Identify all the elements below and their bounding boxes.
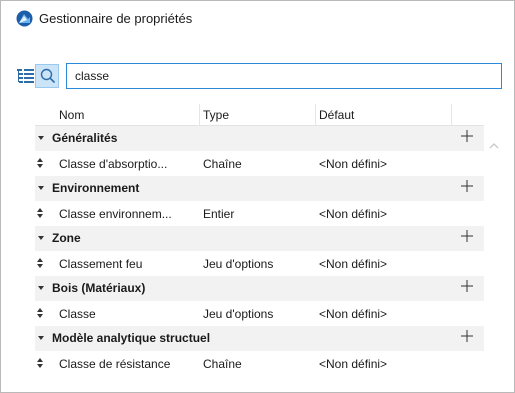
table-body: Généralités Classe d'absorptio... Chaîne <N… [35,126,484,376]
property-type-cell: Entier [203,207,235,221]
column-header-name[interactable]: Nom [59,108,84,122]
property-type-cell: Chaîne [203,157,242,171]
property-name-cell: Classe environnem... [59,207,172,221]
caret-down-icon[interactable] [35,232,47,244]
plus-icon[interactable] [460,179,474,193]
group-row[interactable]: Environnement [35,176,484,201]
search-input[interactable] [66,63,502,89]
property-default-cell: <Non défini> [319,307,388,321]
group-name: Modèle analytique structuel [52,331,211,345]
property-name-cell: Classement feu [59,257,143,271]
property-name-cell: Classe de résistance [59,357,171,371]
property-default-cell: <Non défini> [319,257,388,271]
caret-down-icon[interactable] [35,132,47,144]
table-row[interactable]: Classe de résistance Chaîne <Non défini> [35,351,484,376]
tree-view-icon[interactable] [17,69,34,84]
column-divider[interactable] [315,104,316,126]
property-default-cell: <Non défini> [319,157,388,171]
property-manager-window: Gestionnaire de propriétés Nom Type [0,0,515,393]
caret-down-icon[interactable] [35,282,47,294]
group-name: Bois (Matériaux) [52,281,146,295]
group-row[interactable]: Généralités [35,126,484,151]
up-down-arrows-icon[interactable] [35,357,45,369]
column-divider[interactable] [451,104,452,126]
group-row[interactable]: Zone [35,226,484,251]
caret-down-icon[interactable] [35,332,47,344]
group-name: Zone [52,231,81,245]
plus-icon[interactable] [460,129,474,143]
table-row[interactable]: Classe environnem... Entier <Non défini> [35,201,484,226]
property-name-cell: Classe d'absorptio... [59,157,168,171]
search-button[interactable] [35,64,59,88]
plus-icon[interactable] [460,279,474,293]
property-table: Nom Type Défaut Généralités Classe d'abso… [35,104,484,376]
scroll-up-icon[interactable] [489,142,499,150]
plus-icon[interactable] [460,329,474,343]
group-name: Environnement [52,181,140,195]
property-default-cell: <Non défini> [319,357,388,371]
property-type-cell: Jeu d'options [203,257,274,271]
group-row[interactable]: Bois (Matériaux) [35,276,484,301]
column-header-type[interactable]: Type [203,108,229,122]
title-bar: Gestionnaire de propriétés [1,1,514,37]
toolbar [1,61,514,93]
group-row[interactable]: Modèle analytique structuel [35,326,484,351]
table-row[interactable]: Classe Jeu d'options <Non défini> [35,301,484,326]
plus-icon[interactable] [460,229,474,243]
window-title: Gestionnaire de propriétés [39,11,193,26]
up-down-arrows-icon[interactable] [35,207,45,219]
table-header: Nom Type Défaut [35,104,484,126]
up-down-arrows-icon[interactable] [35,257,45,269]
property-default-cell: <Non défini> [319,207,388,221]
up-down-arrows-icon[interactable] [35,307,45,319]
group-name: Généralités [52,131,118,145]
archicad-logo-icon [16,10,33,27]
up-down-arrows-icon[interactable] [35,157,45,169]
table-row[interactable]: Classe d'absorptio... Chaîne <Non défini> [35,151,484,176]
property-type-cell: Chaîne [203,357,242,371]
search-icon [40,68,56,84]
caret-down-icon[interactable] [35,182,47,194]
column-header-default[interactable]: Défaut [319,108,354,122]
property-type-cell: Jeu d'options [203,307,274,321]
table-row[interactable]: Classement feu Jeu d'options <Non défini> [35,251,484,276]
property-name-cell: Classe [59,307,96,321]
column-divider[interactable] [199,104,200,126]
